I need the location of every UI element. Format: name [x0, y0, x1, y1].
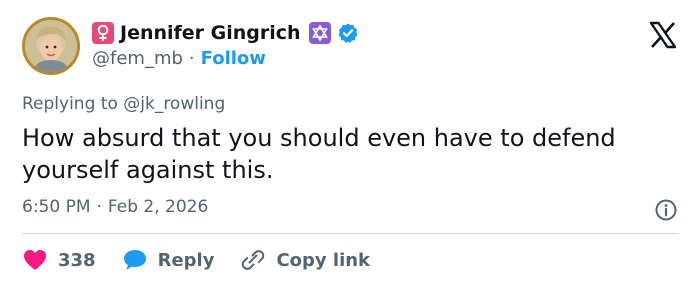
- heart-icon: [22, 248, 48, 272]
- reply-label: Reply: [157, 249, 215, 271]
- avatar[interactable]: [22, 17, 80, 75]
- female-sign-icon: [92, 22, 114, 44]
- speech-bubble-icon: [122, 248, 148, 272]
- follow-button[interactable]: Follow: [201, 48, 266, 69]
- divider: [22, 233, 678, 234]
- tweet-date[interactable]: Feb 2, 2026: [108, 197, 208, 217]
- info-icon[interactable]: [654, 198, 678, 222]
- tweet-time[interactable]: 6:50 PM: [22, 197, 91, 217]
- author-handle-row: @fem_mb · Follow: [92, 48, 266, 69]
- copy-link-label: Copy link: [276, 249, 371, 271]
- handle-separator: ·: [188, 48, 195, 69]
- author-name-row[interactable]: Jennifer Gingrich: [92, 20, 359, 46]
- author-handle[interactable]: @fem_mb: [92, 48, 183, 69]
- author-display-name[interactable]: Jennifer Gingrich: [120, 22, 301, 44]
- like-button[interactable]: 338: [22, 248, 96, 272]
- meta-separator: ·: [96, 197, 102, 217]
- reply-context: Replying to @jk_rowling: [22, 94, 225, 114]
- like-count: 338: [58, 249, 96, 271]
- star-of-david-icon: [308, 22, 331, 44]
- reply-context-prefix: Replying to: [22, 94, 118, 114]
- reply-button[interactable]: Reply: [122, 248, 215, 272]
- x-logo-icon[interactable]: [648, 20, 678, 50]
- action-bar: 338 Reply Copy link: [22, 245, 396, 275]
- copy-link-button[interactable]: Copy link: [240, 248, 370, 272]
- reply-mention[interactable]: @jk_rowling: [123, 94, 225, 114]
- verified-badge-icon[interactable]: [337, 22, 359, 44]
- link-icon: [240, 248, 266, 272]
- tweet-text: How absurd that you should even have to …: [22, 124, 616, 184]
- tweet-card: Jennifer Gingrich @fem_mb · Follow Reply…: [0, 0, 700, 287]
- tweet-meta: 6:50 PM · Feb 2, 2026: [22, 197, 208, 217]
